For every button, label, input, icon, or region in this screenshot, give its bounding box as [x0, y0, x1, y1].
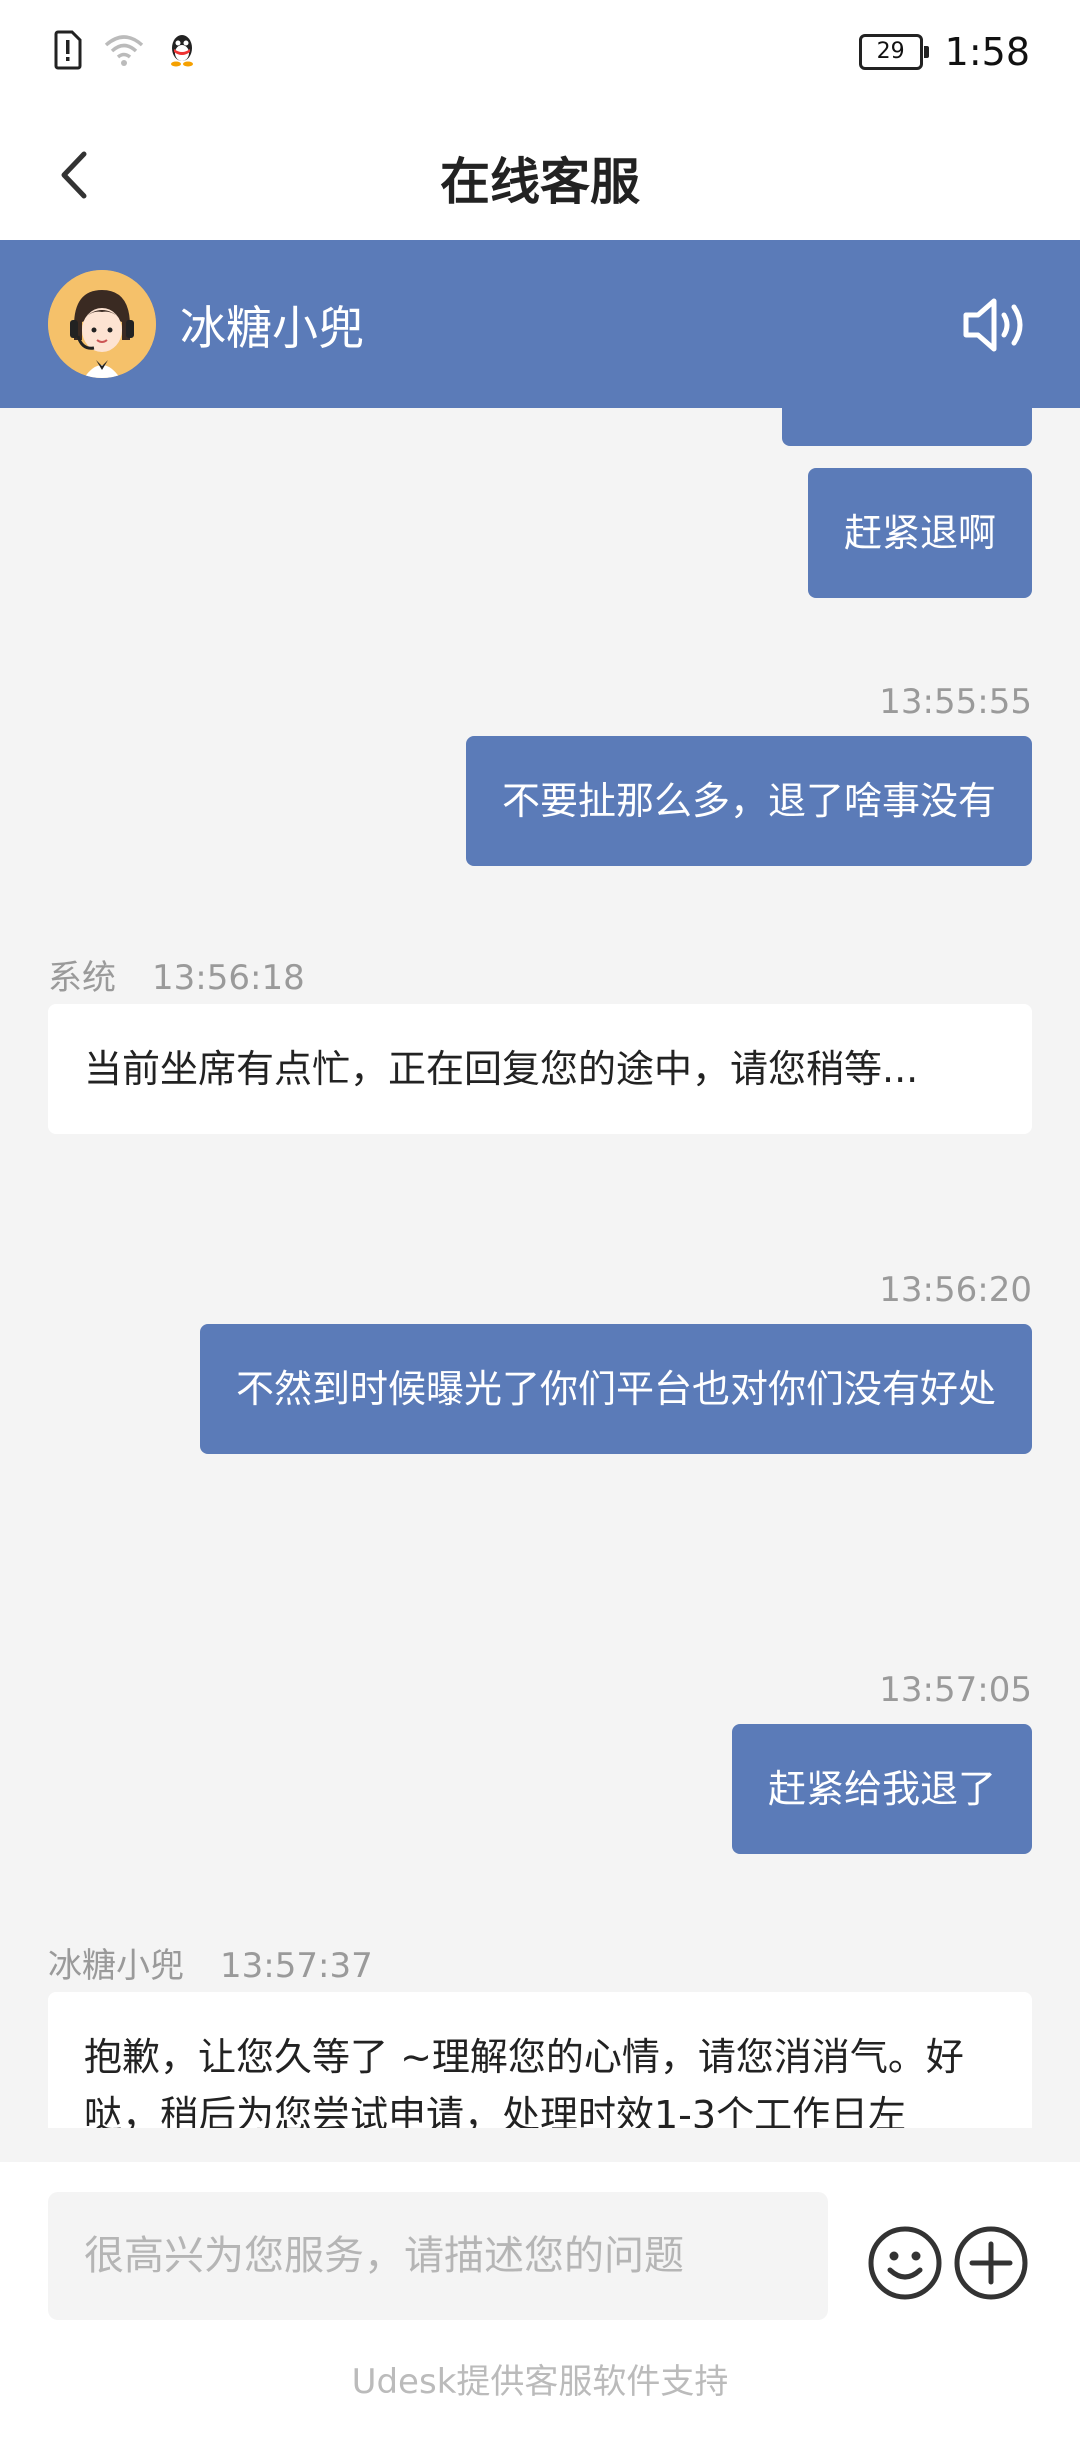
agent-header: 冰糖小兜	[0, 240, 1080, 408]
message-timestamp: 13:55:55	[879, 682, 1032, 722]
message-bubble-outgoing[interactable]: 赶紧退啊	[807, 468, 1032, 598]
message-input[interactable]: 很高兴为您服务，请描述您的问题	[48, 2192, 828, 2320]
plus-icon[interactable]	[952, 2224, 1030, 2302]
message-timestamp: 13:57:05	[879, 1670, 1032, 1710]
message-bubble-incoming[interactable]: 抱歉，让您久等了 ~理解您的心情，请您消消气。好哒，稍后为您尝试申请，处理时效1…	[48, 1992, 1032, 2128]
message-bubble-incoming[interactable]: 当前坐席有点忙，正在回复您的途中，请您稍等...	[48, 1004, 1032, 1134]
status-icons-right: 29 1:58	[858, 30, 1030, 74]
sim-alert-icon	[54, 30, 82, 70]
sender-name: 系统	[48, 958, 116, 998]
speaker-icon[interactable]	[960, 295, 1030, 355]
message-meta: 系统 13:56:18	[48, 950, 305, 999]
message-bubble-partial	[782, 408, 1032, 446]
chat-messages[interactable]: 赶紧退啊 13:55:55 不要扯那么多，退了啥事没有 系统 13:56:18 当…	[0, 408, 1080, 2128]
agent-name: 冰糖小兜	[180, 301, 364, 355]
status-bar: 29 1:58	[0, 0, 1080, 110]
qq-penguin-icon	[171, 35, 193, 67]
page-title: 在线客服	[440, 153, 640, 211]
message-timestamp: 13:56:20	[879, 1270, 1032, 1310]
emoji-icon[interactable]	[866, 2224, 944, 2302]
status-icons-left	[52, 30, 198, 70]
message-meta: 冰糖小兜 13:57:37	[48, 1938, 373, 1987]
clock: 1:58	[944, 30, 1030, 74]
composer-bar: 很高兴为您服务，请描述您的问题 Udesk提供客服软件支持	[0, 2162, 1080, 2460]
wifi-icon	[104, 35, 144, 66]
message-timestamp: 13:56:18	[152, 958, 305, 998]
agent-avatar[interactable]	[48, 270, 156, 378]
sender-name: 冰糖小兜	[48, 1946, 184, 1986]
battery-indicator: 29	[858, 34, 929, 70]
message-bubble-outgoing[interactable]: 不然到时候曝光了你们平台也对你们没有好处	[199, 1324, 1032, 1454]
message-bubble-outgoing[interactable]: 赶紧给我退了	[731, 1724, 1032, 1854]
powered-by-text: Udesk提供客服软件支持	[351, 2362, 729, 2402]
message-timestamp: 13:57:37	[220, 1946, 373, 1986]
message-bubble-outgoing[interactable]: 不要扯那么多，退了啥事没有	[465, 736, 1032, 866]
agent-avatar-icon	[48, 270, 156, 378]
nav-bar: 在线客服	[0, 110, 1080, 240]
